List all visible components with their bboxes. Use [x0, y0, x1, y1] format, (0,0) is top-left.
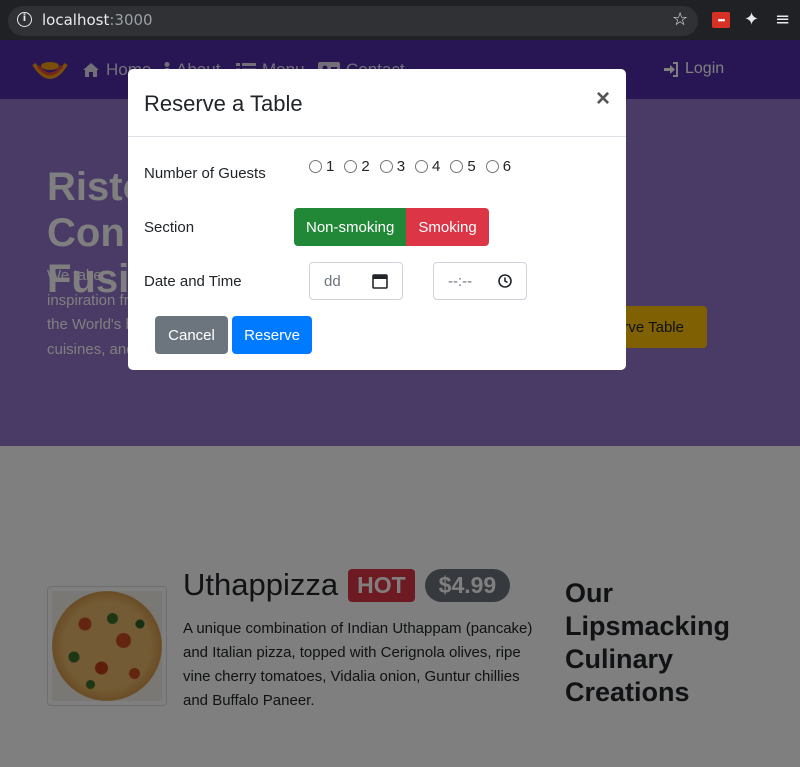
guest-option-3[interactable]: 3	[379, 158, 405, 175]
info-icon[interactable]: i	[17, 12, 32, 27]
radio-button[interactable]	[485, 160, 499, 173]
section-label: Section	[144, 219, 195, 236]
extension-icon[interactable]: •••	[712, 12, 730, 28]
bookmark-star-icon[interactable]: ☆	[672, 9, 688, 30]
guest-option-4[interactable]: 4	[415, 158, 440, 175]
clock-icon[interactable]	[498, 274, 512, 288]
smoking-button[interactable]: Smoking	[406, 208, 489, 246]
guest-option-5[interactable]: 5	[450, 158, 476, 175]
calendar-icon[interactable]	[372, 273, 388, 289]
guest-option-6[interactable]: 6	[485, 158, 511, 175]
browser-chrome: i localhost:3000 ☆ ••• ✦ ≡	[0, 0, 800, 40]
radio-button[interactable]	[309, 160, 322, 173]
guests-label: Number of Guests	[144, 165, 266, 182]
guests-radio-group: 1 2 3 4 5 6	[309, 158, 511, 175]
modal-title: Reserve a Table	[144, 91, 303, 116]
radio-button[interactable]	[344, 160, 358, 173]
cancel-button[interactable]: Cancel	[155, 316, 228, 354]
guest-option-2[interactable]: 2	[344, 158, 370, 175]
modal-header: Reserve a Table ×	[128, 69, 626, 137]
datetime-label: Date and Time	[144, 273, 242, 290]
radio-button[interactable]	[415, 160, 429, 173]
close-icon[interactable]: ×	[596, 87, 610, 111]
reserve-modal: Reserve a Table × Number of Guests 1 2 3…	[128, 69, 626, 370]
url-text[interactable]: localhost:3000	[42, 11, 153, 29]
reserve-button[interactable]: Reserve	[232, 316, 312, 354]
media-queue-icon[interactable]: ≡	[775, 9, 790, 30]
time-input[interactable]: --:--	[433, 262, 527, 300]
guest-option-1[interactable]: 1	[309, 158, 334, 175]
date-input[interactable]: dd	[309, 262, 403, 300]
radio-button[interactable]	[450, 160, 464, 173]
section-toggle: Non-smoking Smoking	[294, 208, 489, 246]
radio-button[interactable]	[379, 160, 393, 173]
non-smoking-button[interactable]: Non-smoking	[294, 208, 407, 246]
extensions-puzzle-icon[interactable]: ✦	[744, 9, 759, 30]
